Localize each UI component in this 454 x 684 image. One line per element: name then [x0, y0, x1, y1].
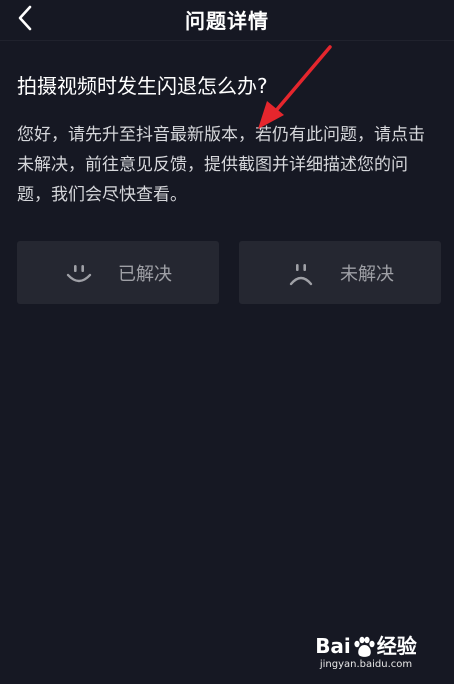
paw-icon — [354, 636, 375, 657]
watermark-logo: Bai 经验 — [306, 634, 426, 659]
unsolved-button[interactable]: 未解决 — [239, 241, 441, 304]
smile-face-icon — [66, 264, 92, 282]
nav-header: 问题详情 — [0, 0, 454, 41]
answer-text: 您好，请先升至抖音最新版本，若仍有此问题，请点击未解决，前往意见反馈，提供截图并… — [17, 125, 425, 205]
watermark-logo-left: Bai — [315, 633, 351, 658]
question-title: 拍摄视频时发生闪退怎么办? — [17, 74, 268, 98]
watermark-logo-right: 经验 — [376, 633, 417, 658]
frown-face-icon — [289, 263, 313, 285]
baidu-jingyan-watermark: Bai 经验 jingyan.baidu.com — [306, 634, 426, 673]
solved-label: 已解决 — [118, 263, 172, 285]
solved-button[interactable]: 已解决 — [17, 241, 219, 304]
unsolved-label: 未解决 — [340, 263, 394, 285]
page-title: 问题详情 — [185, 9, 269, 33]
watermark-url: jingyan.baidu.com — [319, 659, 413, 670]
annotation-arrow-icon — [258, 45, 332, 129]
